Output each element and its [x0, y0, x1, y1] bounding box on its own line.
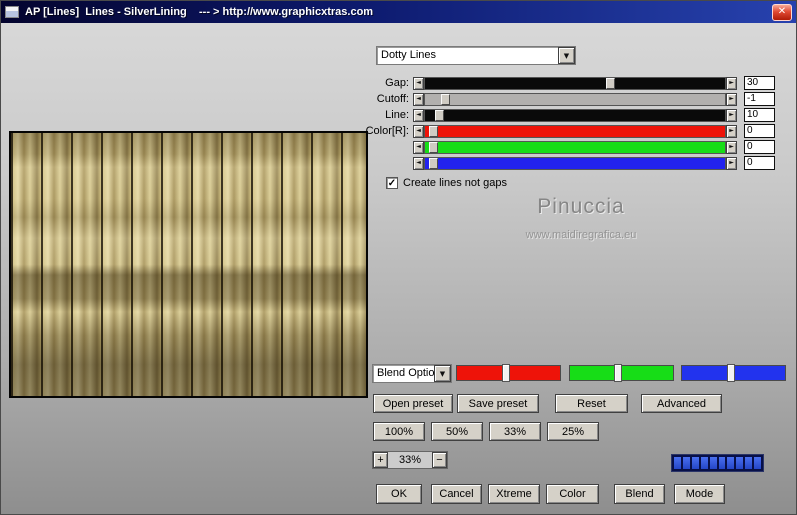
slider-track[interactable]	[424, 92, 726, 106]
window-title: AP [Lines] Lines - SilverLining --- > ht…	[25, 6, 374, 18]
slider-left-arrow-icon[interactable]: ◄	[413, 124, 424, 138]
slider-value-box[interactable]: 30	[744, 76, 775, 90]
slider-thumb[interactable]	[606, 77, 615, 89]
action-blend-button[interactable]: Blend	[614, 484, 665, 504]
slider-value-box[interactable]: 0	[744, 156, 775, 170]
watermark-name: Pinuccia	[537, 195, 625, 218]
slider-value-box[interactable]: 0	[744, 124, 775, 138]
slider-left-arrow-icon[interactable]: ◄	[413, 156, 424, 170]
action-ok-button[interactable]: OK	[376, 484, 422, 504]
slider-label: Gap:	[385, 77, 409, 89]
progress-segment	[709, 457, 717, 469]
zoom-button-row: 100% 50% 33% 25%	[373, 422, 599, 441]
action-xtreme-button[interactable]: Xtreme	[488, 484, 540, 504]
zoom-33--button[interactable]: 33%	[489, 422, 541, 441]
preset-open-preset-button[interactable]: Open preset	[373, 394, 453, 413]
progress-segment	[745, 457, 753, 469]
progress-segment	[691, 457, 699, 469]
create-lines-checkbox[interactable]: ✓ Create lines not gaps	[386, 177, 507, 189]
action-color-button[interactable]: Color	[546, 484, 599, 504]
close-icon: ✕	[777, 6, 787, 17]
checkbox-box[interactable]: ✓	[386, 177, 398, 189]
slider-label: Cutoff:	[376, 93, 409, 105]
slider-right-arrow-icon[interactable]: ►	[726, 76, 737, 90]
zoom-25--button[interactable]: 25%	[547, 422, 599, 441]
slider-thumb[interactable]	[435, 109, 444, 121]
slider-row: Cutoff: ◄ ► -1	[343, 92, 775, 106]
slider-row: ◄ ► 0	[343, 156, 775, 170]
slider-track[interactable]	[424, 140, 726, 154]
progress-segment	[736, 457, 744, 469]
slider-row: Gap: ◄ ► 30	[343, 76, 775, 90]
zoom-in-button[interactable]: +	[373, 452, 388, 468]
ramp-thumb[interactable]	[727, 364, 736, 382]
slider-left-arrow-icon[interactable]: ◄	[413, 108, 424, 122]
chevron-down-icon[interactable]: ▼	[558, 47, 575, 64]
preset-button-row: Open preset Save preset Reset Advanced	[373, 394, 722, 413]
preset-advanced-button[interactable]: Advanced	[641, 394, 722, 413]
bottom-button-row: OK Cancel Xtreme Color Blend Mode	[376, 484, 725, 504]
action-mode-button[interactable]: Mode	[674, 484, 725, 504]
slider-row: Color[R]: ◄ ► 0	[343, 124, 775, 138]
slider-value-box[interactable]: 10	[744, 108, 775, 122]
slider-thumb[interactable]	[429, 157, 438, 169]
zoom-level: 33%	[398, 454, 422, 466]
blend-options-dropdown[interactable]: Blend Optio ▼	[372, 364, 452, 383]
progress-meter	[671, 454, 764, 472]
zoom-stepper: + 33% −	[372, 451, 448, 469]
window-icon	[5, 6, 19, 18]
slider-right-arrow-icon[interactable]: ►	[726, 140, 737, 154]
slider-thumb[interactable]	[429, 125, 438, 137]
blue-channel-ramp[interactable]	[681, 364, 786, 382]
plugin-window: AP [Lines] Lines - SilverLining --- > ht…	[0, 0, 797, 515]
preset-reset-button[interactable]: Reset	[555, 394, 628, 413]
zoom-100--button[interactable]: 100%	[373, 422, 425, 441]
progress-segment	[682, 457, 690, 469]
slider-left-arrow-icon[interactable]: ◄	[413, 92, 424, 106]
progress-segment	[700, 457, 708, 469]
blend-dropdown-value: Blend Optio	[377, 367, 434, 379]
red-channel-ramp[interactable]	[456, 364, 561, 382]
preset-save-preset-button[interactable]: Save preset	[457, 394, 539, 413]
slider-left-arrow-icon[interactable]: ◄	[413, 76, 424, 90]
check-icon: ✓	[387, 178, 397, 189]
watermark-url: www.maidiregrafica.eu	[525, 229, 637, 241]
preview-image	[9, 131, 368, 398]
slider-track[interactable]	[424, 108, 726, 122]
close-button[interactable]: ✕	[772, 3, 792, 21]
progress-segment	[754, 457, 762, 469]
zoom-out-button[interactable]: −	[432, 452, 447, 468]
slider-row: ◄ ► 0	[343, 140, 775, 154]
preset-dropdown[interactable]: Dotty Lines ▼	[376, 46, 576, 65]
slider-right-arrow-icon[interactable]: ►	[726, 124, 737, 138]
progress-segment	[727, 457, 735, 469]
slider-right-arrow-icon[interactable]: ►	[726, 156, 737, 170]
chevron-down-icon[interactable]: ▼	[434, 365, 451, 382]
progress-segment	[718, 457, 726, 469]
slider-left-arrow-icon[interactable]: ◄	[413, 140, 424, 154]
slider-value-box[interactable]: -1	[744, 92, 775, 106]
slider-value-box[interactable]: 0	[744, 140, 775, 154]
slider-thumb[interactable]	[441, 93, 450, 105]
slider-row: Line: ◄ ► 10	[343, 108, 775, 122]
slider-track[interactable]	[424, 124, 726, 138]
checkbox-label: Create lines not gaps	[403, 177, 507, 189]
green-channel-ramp[interactable]	[569, 364, 674, 382]
progress-segment	[674, 457, 681, 469]
titlebar[interactable]: AP [Lines] Lines - SilverLining --- > ht…	[1, 1, 796, 23]
slider-right-arrow-icon[interactable]: ►	[726, 108, 737, 122]
slider-thumb[interactable]	[429, 141, 438, 153]
slider-track[interactable]	[424, 156, 726, 170]
slider-label: Color[R]:	[365, 125, 409, 137]
slider-label: Line:	[385, 109, 409, 121]
ramp-thumb[interactable]	[502, 364, 511, 382]
zoom-50--button[interactable]: 50%	[431, 422, 483, 441]
ramp-thumb[interactable]	[614, 364, 623, 382]
slider-track[interactable]	[424, 76, 726, 90]
preset-dropdown-value: Dotty Lines	[381, 49, 437, 61]
action-cancel-button[interactable]: Cancel	[431, 484, 482, 504]
slider-right-arrow-icon[interactable]: ►	[726, 92, 737, 106]
